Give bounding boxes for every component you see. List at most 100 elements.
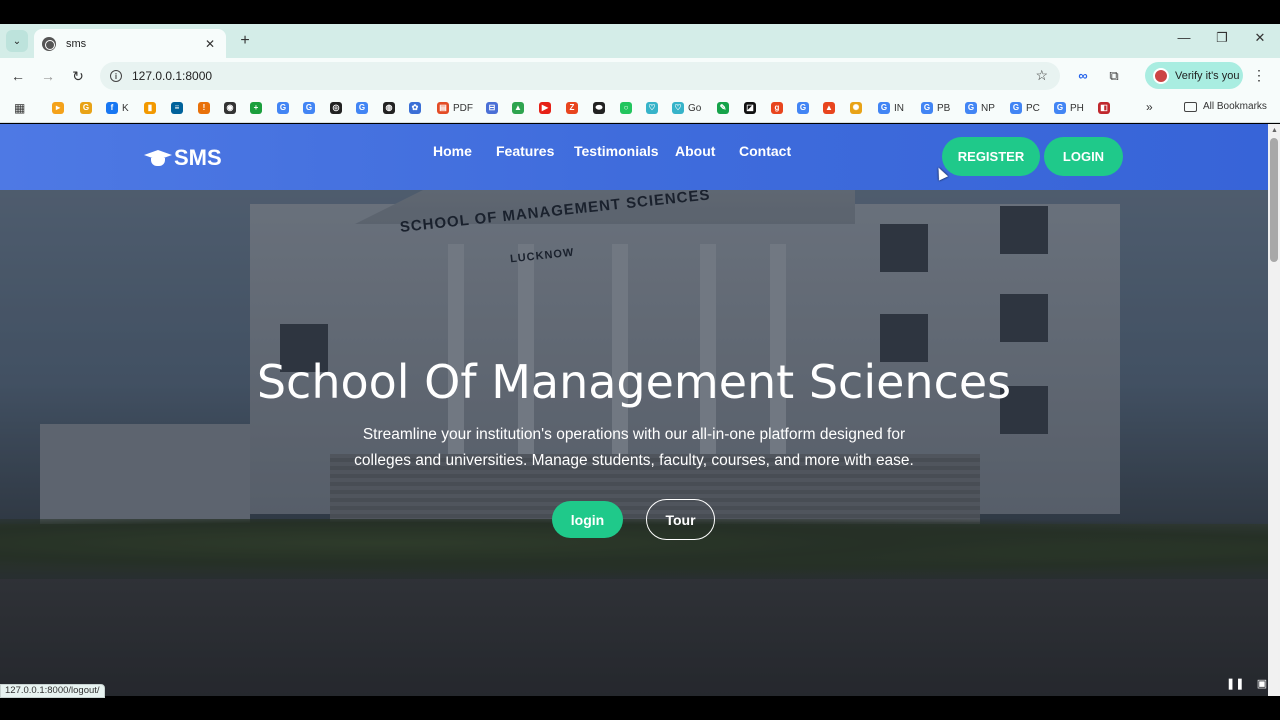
bookmark-label: PH (1070, 102, 1084, 114)
tab-search-button[interactable]: ⌄ (6, 30, 28, 52)
bookmark-item[interactable]: ▲ (512, 101, 528, 115)
bookmarks-bar: ▦ ▸ Gf K ▮ ≡! ◉ + G G ◎ G ◍ ✿ ▤ PDF ⊟ ▲ ▶ Z ⬬ ○ ♡ ♡ Go ✎ ◪ g G ▲ ✺ G IN… (0, 94, 1280, 123)
bookmark-favicon-icon: G (965, 102, 977, 114)
bookmark-favicon-icon: ◪ (744, 102, 756, 114)
browser-tab[interactable]: sms ✕ (34, 29, 226, 58)
picture-in-picture-icon[interactable]: ▣ (1253, 677, 1271, 693)
nav-link-features[interactable]: Features (496, 143, 554, 159)
bookmark-item[interactable]: ⊟ (486, 101, 502, 115)
bookmark-label: PB (937, 102, 951, 114)
new-tab-button[interactable]: + (236, 32, 254, 50)
bookmark-item[interactable]: ▶ (539, 101, 555, 115)
bookmark-favicon-icon: G (1010, 102, 1022, 114)
bookmark-item[interactable]: ! (198, 101, 214, 115)
page-scrollbar[interactable]: ▲ (1268, 124, 1280, 696)
bookmark-star-icon[interactable]: ☆ (1035, 67, 1048, 84)
pause-icon[interactable]: ❚❚ (1226, 677, 1244, 693)
bookmark-item[interactable]: ♡ Go (672, 101, 701, 115)
hero-login-button[interactable]: login (552, 501, 623, 538)
bookmark-item[interactable]: ◎ (330, 101, 346, 115)
window-close-button[interactable]: ✕ (1250, 30, 1270, 46)
puzzle-extensions-icon[interactable]: ⧉ (1105, 67, 1123, 85)
scrollbar-thumb[interactable] (1270, 138, 1278, 262)
tab-title: sms (66, 37, 87, 50)
bookmark-item[interactable]: G PB (921, 101, 950, 115)
forward-icon[interactable]: → (39, 67, 57, 85)
verify-label: Verify it's you (1175, 69, 1240, 82)
bookmark-favicon-icon: + (250, 102, 262, 114)
bookmark-favicon-icon: ✎ (717, 102, 729, 114)
bookmark-item[interactable]: G (80, 101, 96, 115)
bookmark-item[interactable]: G (356, 101, 372, 115)
bookmark-item[interactable]: ◍ (383, 101, 399, 115)
hero-tour-button[interactable]: Tour (646, 499, 715, 540)
avatar (1153, 67, 1169, 84)
profile-verify-button[interactable]: Verify it's you (1145, 62, 1243, 89)
bookmark-item[interactable]: ◉ (224, 101, 240, 115)
bookmark-item[interactable]: ◧ (1098, 101, 1114, 115)
bookmark-favicon-icon: G (878, 102, 890, 114)
bookmark-item[interactable]: ≡ (171, 101, 187, 115)
bookmark-favicon-icon: G (356, 102, 368, 114)
bookmark-item[interactable]: ▤ PDF (437, 101, 473, 115)
nav-link-about[interactable]: About (675, 143, 715, 159)
bookmark-favicon-icon: ▲ (823, 102, 835, 114)
bookmark-favicon-icon: ◍ (383, 102, 395, 114)
bookmark-label: K (122, 102, 129, 114)
bookmark-favicon-icon: ▸ (52, 102, 64, 114)
bookmark-item[interactable]: G IN (878, 101, 904, 115)
bookmark-favicon-icon: ⊟ (486, 102, 498, 114)
bookmark-item[interactable]: g (771, 101, 787, 115)
bookmark-item[interactable]: fK (106, 101, 129, 115)
bookmark-item[interactable]: G (277, 101, 293, 115)
bookmark-item[interactable]: G PC (1010, 101, 1040, 115)
register-button[interactable]: REGISTER (942, 137, 1040, 176)
bookmark-favicon-icon: ◎ (330, 102, 342, 114)
bookmark-favicon-icon: ▮ (144, 102, 156, 114)
bookmark-item[interactable]: ✺ (850, 101, 866, 115)
bookmark-item[interactable]: ○ (620, 101, 636, 115)
reload-icon[interactable]: ↻ (69, 67, 87, 85)
bookmark-favicon-icon: ≡ (171, 102, 183, 114)
tab-close-button[interactable]: ✕ (202, 37, 218, 51)
bookmark-favicon-icon: ⬬ (593, 102, 605, 114)
extension-icon[interactable]: ∞ (1074, 67, 1092, 85)
browser-menu-icon[interactable]: ⋮ (1252, 67, 1266, 84)
bookmark-item[interactable]: G (303, 101, 319, 115)
url-text[interactable]: 127.0.0.1:8000 (132, 69, 212, 83)
globe-icon (42, 36, 56, 51)
site-logo[interactable]: SMS (144, 145, 222, 171)
bookmark-item[interactable]: ⬬ (593, 101, 609, 115)
site-info-icon[interactable]: i (110, 70, 122, 82)
bookmark-label: PC (1026, 102, 1040, 114)
nav-link-home[interactable]: Home (433, 143, 472, 159)
folder-icon (1184, 101, 1197, 112)
bookmark-item[interactable]: ♡ (646, 101, 662, 115)
bookmark-item[interactable]: ◪ (744, 101, 760, 115)
restore-button[interactable]: ❐ (1212, 30, 1232, 46)
login-button[interactable]: LOGIN (1044, 137, 1123, 176)
apps-grid-icon[interactable]: ▦ (14, 101, 25, 115)
nav-link-contact[interactable]: Contact (739, 143, 791, 159)
bookmark-item[interactable]: Z (566, 101, 582, 115)
bookmark-item[interactable]: ✿ (409, 101, 425, 115)
bookmark-item[interactable]: ▮ (144, 101, 160, 115)
all-bookmarks-button[interactable]: All Bookmarks (1184, 101, 1267, 112)
back-icon[interactable]: ← (9, 67, 27, 85)
bookmark-favicon-icon: Z (566, 102, 578, 114)
bookmarks-overflow-button[interactable]: » (1146, 100, 1153, 114)
bookmark-item[interactable]: G PH (1054, 101, 1084, 115)
address-bar[interactable]: i 127.0.0.1:8000 ☆ (100, 62, 1060, 90)
bookmark-item[interactable]: ▲ (823, 101, 839, 115)
bookmark-favicon-icon: ◧ (1098, 102, 1110, 114)
bookmark-item[interactable]: ✎ (717, 101, 733, 115)
bookmark-item[interactable]: + (250, 101, 266, 115)
screen-bottom-bar (0, 696, 1280, 720)
bookmark-item[interactable]: ▸ (52, 101, 68, 115)
bookmark-item[interactable]: G (797, 101, 813, 115)
hero-subtitle: Streamline your institution's operations… (354, 426, 914, 469)
scroll-up-icon[interactable]: ▲ (1271, 127, 1278, 134)
bookmark-item[interactable]: G NP (965, 101, 995, 115)
nav-link-testimonials[interactable]: Testimonials (574, 143, 659, 159)
minimize-button[interactable]: — (1174, 30, 1194, 45)
